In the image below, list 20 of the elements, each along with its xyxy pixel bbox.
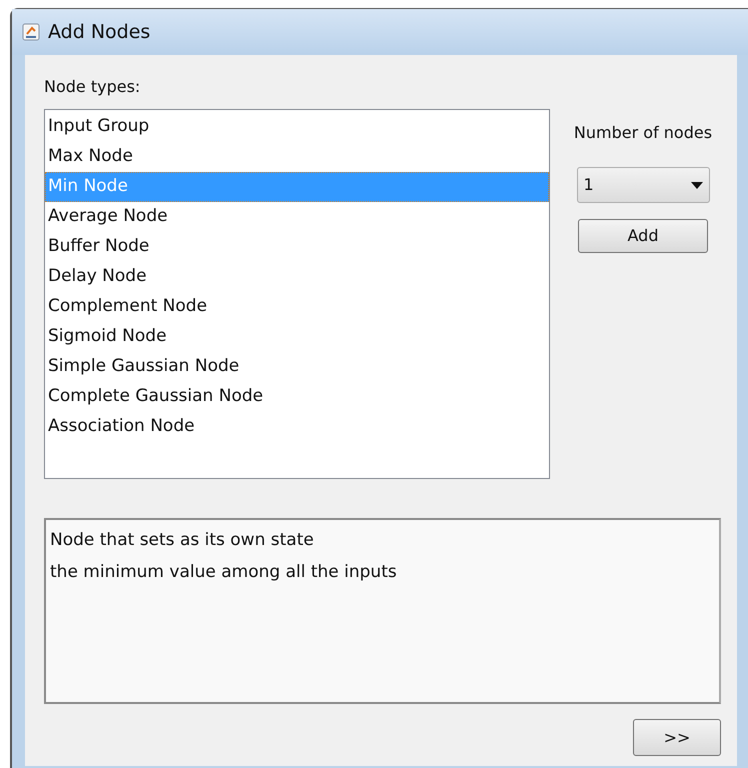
node-types-label: Node types: bbox=[44, 76, 142, 98]
number-dropdown[interactable]: 1 bbox=[576, 167, 710, 203]
app-icon bbox=[22, 23, 40, 41]
list-item[interactable]: Simple Gaussian Node bbox=[45, 352, 549, 382]
window-title: Add Nodes bbox=[48, 20, 150, 45]
list-item[interactable]: Delay Node bbox=[45, 262, 549, 292]
add-button[interactable]: Add bbox=[578, 219, 708, 253]
list-item[interactable]: Average Node bbox=[45, 202, 549, 232]
dropdown-arrow-icon bbox=[690, 182, 702, 188]
next-button[interactable]: >> bbox=[633, 719, 721, 756]
list-item[interactable]: Max Node bbox=[45, 142, 549, 172]
list-item[interactable]: Input Group bbox=[45, 112, 549, 142]
number-of-nodes-label: Number of nodes bbox=[574, 122, 712, 144]
list-item[interactable]: Association Node bbox=[45, 412, 549, 442]
list-item[interactable]: Complete Gaussian Node bbox=[45, 382, 549, 412]
list-item[interactable]: Complement Node bbox=[45, 292, 549, 322]
description-text: the minimum value among all the inputs bbox=[50, 561, 398, 584]
list-item[interactable]: Sigmoid Node bbox=[45, 322, 549, 352]
description-text: Node that sets as its own state bbox=[50, 529, 315, 552]
list-item[interactable]: Buffer Node bbox=[45, 232, 549, 262]
